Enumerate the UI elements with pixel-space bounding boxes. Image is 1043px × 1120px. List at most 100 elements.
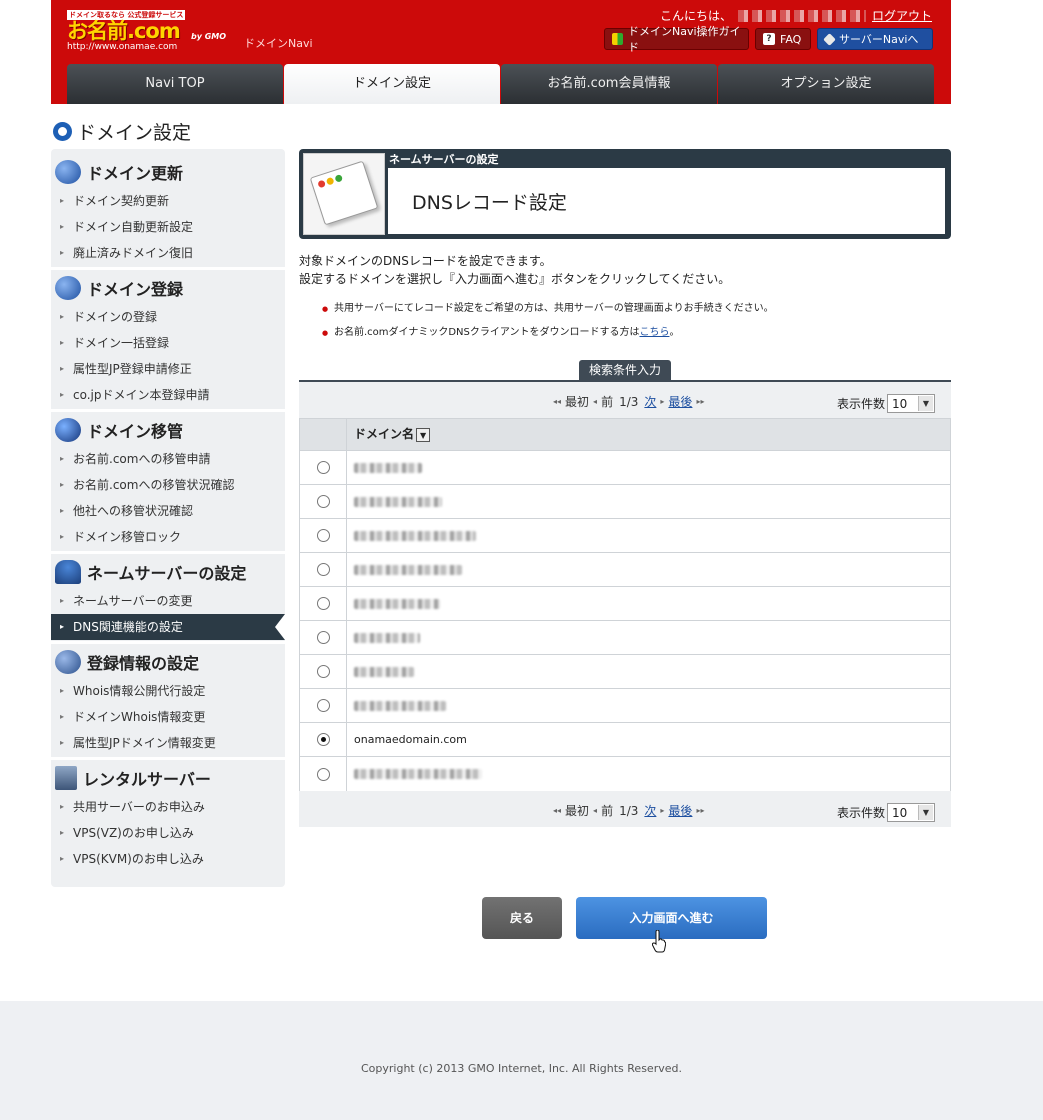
sort-icon[interactable]: ▼ (416, 427, 431, 442)
masked-username (737, 9, 866, 22)
sidebar-item-restore-domain[interactable]: 廃止済みドメイン復旧 (51, 240, 285, 266)
back-button[interactable]: 戻る (482, 897, 562, 939)
per-page-label: 表示件数 (836, 397, 885, 411)
table-header: ドメイン名 ▼ (300, 419, 950, 451)
pager-bottom: ◂◂ 最初 ◂ 前 1/3 次 ▸ 最後 ▸▸ 表示件数 10 ▼ (299, 791, 951, 827)
page-description: 対象ドメインのDNSレコードを設定できます。 設定するドメインを選択し『入力画面… (299, 252, 730, 288)
tab-domain-settings[interactable]: ドメイン設定 (284, 64, 500, 104)
pager-next-link[interactable]: 次 (644, 802, 656, 819)
domain-radio[interactable] (316, 597, 330, 610)
sidebar-item-change-nameserver[interactable]: ネームサーバーの変更 (51, 588, 285, 614)
masked-domain (354, 530, 476, 541)
sidebar-item-whois-change[interactable]: ドメインWhois情報変更 (51, 704, 285, 730)
site-header: ドメイン取るなら 公式登録サービス お名前.com http://www.ona… (51, 0, 951, 104)
last-arrow-icon: ▸▸ (696, 806, 705, 815)
sidebar-item-transfer-lock[interactable]: ドメイン移管ロック (51, 524, 285, 550)
window-icon (303, 153, 385, 235)
logo-url: http://www.onamae.com (67, 42, 178, 52)
chevron-down-icon: ▼ (918, 805, 933, 820)
sidebar-item-jp-info-change[interactable]: 属性型JPドメイン情報変更 (51, 730, 285, 756)
sidebar-item-whois-proxy[interactable]: Whois情報公開代行設定 (51, 678, 285, 704)
sidebar: ドメイン更新 ドメイン契約更新 ドメイン自動更新設定 廃止済みドメイン復旧 ドメ… (51, 149, 285, 887)
nameserver-icon (55, 559, 81, 584)
section-title: ドメイン登録 (87, 279, 184, 299)
table-row (300, 621, 950, 655)
sidebar-item-outgoing-status[interactable]: 他社への移管状況確認 (51, 498, 285, 524)
sidebar-item-auto-renewal[interactable]: ドメイン自動更新設定 (51, 214, 285, 240)
sidebar-item-domain-register[interactable]: ドメインの登録 (51, 304, 285, 330)
sidebar-section-register: ドメイン登録 (51, 267, 285, 305)
circle-bullet-icon (53, 122, 72, 141)
navi-guide-button[interactable]: ドメインNavi操作ガイド (604, 25, 749, 54)
domain-radio[interactable] (316, 665, 330, 678)
page-title-text: ドメイン設定 (77, 122, 192, 144)
plus-icon (55, 275, 81, 300)
sidebar-item-vps-vz[interactable]: VPS(VZ)のお申し込み (51, 820, 285, 846)
proceed-button[interactable]: 入力画面へ進む (576, 897, 767, 939)
sidebar-item-shared-server[interactable]: 共用サーバーのお申込み (51, 794, 285, 820)
sidebar-section-nameserver: ネームサーバーの設定 (51, 551, 285, 589)
per-page-value: 10 (892, 396, 908, 411)
sidebar-item-transfer-status[interactable]: お名前.comへの移管状況確認 (51, 472, 285, 498)
sidebar-section-renew: ドメイン更新 (51, 153, 285, 191)
pager-last-link[interactable]: 最後 (668, 393, 692, 410)
tab-member-info[interactable]: お名前.com会員情報 (501, 64, 717, 104)
tab-option-settings[interactable]: オプション設定 (718, 64, 934, 104)
domain-radio[interactable] (316, 767, 330, 781)
main-tabs: Navi TOP ドメイン設定 お名前.com会員情報 オプション設定 (67, 64, 935, 104)
domain-name: onamaedomain.com (354, 733, 467, 746)
domain-radio-selected[interactable] (316, 733, 330, 746)
sidebar-item-transfer-request[interactable]: お名前.comへの移管申請 (51, 446, 285, 472)
note-item: 共用サーバーにてレコード設定をご希望の方は、共用サーバーの管理画面よりお手続きく… (322, 301, 774, 325)
masked-domain (354, 496, 442, 507)
onamae-logo[interactable]: ドメイン取るなら 公式登録サービス お名前.com http://www.ona… (67, 6, 187, 52)
tab-navi-top[interactable]: Navi TOP (67, 64, 283, 104)
table-row (300, 451, 950, 485)
pager-last-link[interactable]: 最後 (668, 802, 692, 819)
user-greeting: こんにちは、 ログアウト (660, 7, 932, 24)
table-row (300, 553, 950, 587)
next-arrow-icon: ▸ (660, 397, 665, 406)
pager-prev: 前 (601, 395, 614, 409)
faq-label: FAQ (780, 32, 802, 46)
info-icon (55, 649, 81, 674)
pagination: ◂◂ 最初 ◂ 前 1/3 次 ▸ 最後 ▸▸ (549, 393, 708, 410)
sidebar-item-bulk-register[interactable]: ドメイン一括登録 (51, 330, 285, 356)
sidebar-item-cojp-register[interactable]: co.jpドメイン本登録申請 (51, 382, 285, 408)
faq-button[interactable]: ? FAQ (755, 28, 811, 50)
masked-domain (354, 700, 446, 711)
per-page-select[interactable]: 10 ▼ (887, 803, 935, 822)
logout-link[interactable]: ログアウト (872, 7, 932, 24)
note-text: 。 (669, 327, 680, 338)
per-page-select[interactable]: 10 ▼ (887, 394, 935, 413)
sidebar-item-jp-correction[interactable]: 属性型JP登録申請修正 (51, 356, 285, 382)
masked-domain (354, 769, 482, 779)
section-banner: ネームサーバーの設定 DNSレコード設定 (299, 149, 951, 239)
sidebar-section-transfer: ドメイン移管 (51, 409, 285, 447)
navi-label: ドメインNavi (244, 37, 313, 50)
pager-top: ◂◂ 最初 ◂ 前 1/3 次 ▸ 最後 ▸▸ 表示件数 10 ▼ (299, 382, 951, 418)
masked-domain (354, 632, 420, 643)
table-row (300, 689, 950, 723)
domain-radio[interactable] (316, 495, 330, 508)
sidebar-item-dns-settings[interactable]: DNS関連機能の設定 (51, 614, 285, 640)
server-navi-icon (823, 32, 836, 46)
domain-radio[interactable] (316, 699, 330, 712)
renew-icon (55, 160, 81, 184)
last-arrow-icon: ▸▸ (696, 397, 705, 406)
download-link[interactable]: こちら (639, 327, 669, 338)
sidebar-item-vps-kvm[interactable]: VPS(KVM)のお申し込み (51, 846, 285, 872)
domain-radio[interactable] (316, 529, 330, 542)
table-row (300, 485, 950, 519)
first-arrow-icon: ◂◂ (553, 806, 562, 815)
domain-radio[interactable] (316, 461, 330, 474)
domain-radio[interactable] (316, 563, 330, 576)
domain-radio[interactable] (316, 631, 330, 644)
search-conditions-tab[interactable]: 検索条件入力 (579, 360, 671, 381)
pager-next-link[interactable]: 次 (644, 393, 656, 410)
sidebar-item-contract-renewal[interactable]: ドメイン契約更新 (51, 188, 285, 214)
per-page: 表示件数 10 ▼ (837, 394, 935, 413)
note-item: お名前.comダイナミックDNSクライアントをダウンロードする方はこちら。 (322, 325, 774, 349)
server-navi-button[interactable]: サーバーNaviへ (817, 28, 933, 50)
description-line: 対象ドメインのDNSレコードを設定できます。 (299, 254, 552, 268)
